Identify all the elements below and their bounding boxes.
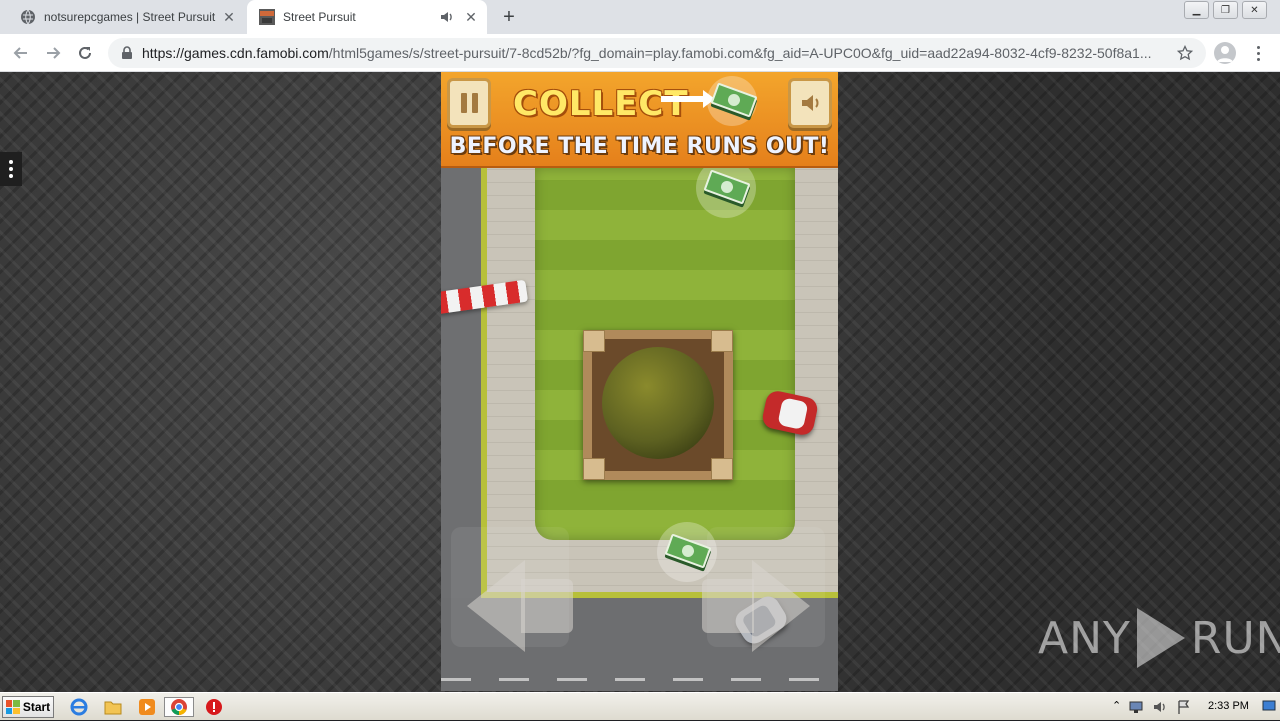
steer-left-arrow-icon[interactable] (467, 560, 525, 652)
steer-left-button[interactable] (521, 579, 573, 633)
taskbar: Start ⌃ 2:33 PM (0, 692, 1280, 720)
bookmark-star-icon[interactable] (1174, 42, 1196, 64)
window-controls: ▁ ❐ ✕ (1180, 0, 1267, 20)
tab-title: Street Pursuit (283, 10, 356, 24)
action-center-flag-icon[interactable] (1176, 699, 1192, 715)
objective-banner: COLLECT BEFORE THE TIME RUNS OUT! (441, 72, 838, 168)
cash-icon (707, 76, 758, 126)
banner-collect-text: COLLECT (513, 84, 689, 124)
play-logo-icon (1136, 608, 1185, 668)
url-path: /html5games/s/street-pursuit/7-8cd52b/?f… (328, 45, 1152, 61)
banner-instruction-text: BEFORE THE TIME RUNS OUT! (449, 134, 830, 159)
sound-toggle-button[interactable] (788, 78, 832, 128)
forward-button[interactable] (40, 40, 66, 66)
pause-button[interactable] (447, 78, 491, 128)
close-window-button[interactable]: ✕ (1242, 1, 1267, 19)
watermark-left: ANY (1038, 612, 1131, 664)
url-text[interactable]: https://games.cdn.famobi.com/html5games/… (142, 45, 1174, 61)
file-explorer-icon[interactable] (102, 697, 124, 717)
show-hidden-icons-icon[interactable]: ⌃ (1112, 699, 1121, 712)
lane-markings (441, 678, 838, 681)
back-button[interactable] (8, 40, 34, 66)
browser-toolbar: https://games.cdn.famobi.com/html5games/… (0, 34, 1280, 72)
bush (602, 347, 714, 459)
back-arrow-icon (13, 47, 27, 59)
planter-corner (711, 330, 733, 352)
media-player-icon[interactable] (136, 697, 158, 717)
restore-button[interactable]: ❐ (1213, 1, 1238, 19)
browser-menu-icon[interactable] (1250, 42, 1266, 64)
anyrun-watermark: ANY RUN (1038, 608, 1280, 668)
reload-icon (79, 46, 91, 59)
tab-title: notsurepcgames | Street Pursuit (44, 10, 216, 24)
new-tab-button[interactable]: + (498, 6, 520, 28)
game-canvas[interactable]: COLLECT BEFORE THE TIME RUNS OUT! (441, 72, 838, 691)
planter-corner (583, 458, 605, 480)
volume-icon[interactable] (1152, 699, 1168, 715)
minimize-button[interactable]: ▁ (1184, 1, 1209, 19)
pause-icon (460, 93, 478, 113)
taskbar-clock[interactable]: 2:33 PM (1208, 700, 1249, 712)
speaker-icon (802, 95, 819, 111)
close-tab-icon[interactable]: ✕ (221, 9, 237, 25)
steer-right-button[interactable] (702, 579, 754, 633)
globe-icon (21, 9, 35, 25)
reload-button[interactable] (72, 40, 98, 66)
planter-corner (583, 330, 605, 352)
address-bar[interactable]: https://games.cdn.famobi.com/html5games/… (108, 38, 1206, 68)
forward-arrow-icon (47, 47, 61, 59)
profile-avatar-icon[interactable] (1214, 42, 1236, 64)
page-background: COLLECT BEFORE THE TIME RUNS OUT! ANY RU… (0, 72, 1280, 692)
internet-explorer-icon[interactable] (68, 697, 90, 717)
start-button[interactable]: Start (2, 696, 54, 718)
steer-right-arrow-icon[interactable] (752, 560, 810, 652)
url-host: https://games.cdn.famobi.com (142, 45, 329, 61)
side-menu-icon[interactable] (0, 152, 22, 186)
show-desktop-icon[interactable] (1262, 699, 1276, 713)
audio-playing-icon[interactable] (439, 9, 455, 25)
arrow-right-icon (661, 90, 715, 108)
tab-strip: notsurepcgames | Street Pursuit ✕ Street… (0, 0, 1280, 34)
chrome-taskbar-icon[interactable] (164, 697, 194, 717)
watermark-right: RUN (1190, 612, 1280, 664)
stop-sign-icon[interactable] (203, 697, 225, 717)
network-icon[interactable] (1128, 699, 1144, 715)
tab-notsurepcgames[interactable]: notsurepcgames | Street Pursuit ✕ (8, 0, 245, 34)
windows-logo-icon (5, 700, 20, 714)
street-pursuit-favicon (259, 9, 275, 25)
lock-icon (122, 46, 132, 59)
tab-street-pursuit[interactable]: Street Pursuit ✕ (247, 0, 487, 34)
system-tray: ⌃ 2:33 PM (1104, 693, 1280, 721)
planter-corner (711, 458, 733, 480)
close-tab-icon[interactable]: ✕ (463, 9, 479, 25)
start-label: Start (22, 700, 51, 714)
